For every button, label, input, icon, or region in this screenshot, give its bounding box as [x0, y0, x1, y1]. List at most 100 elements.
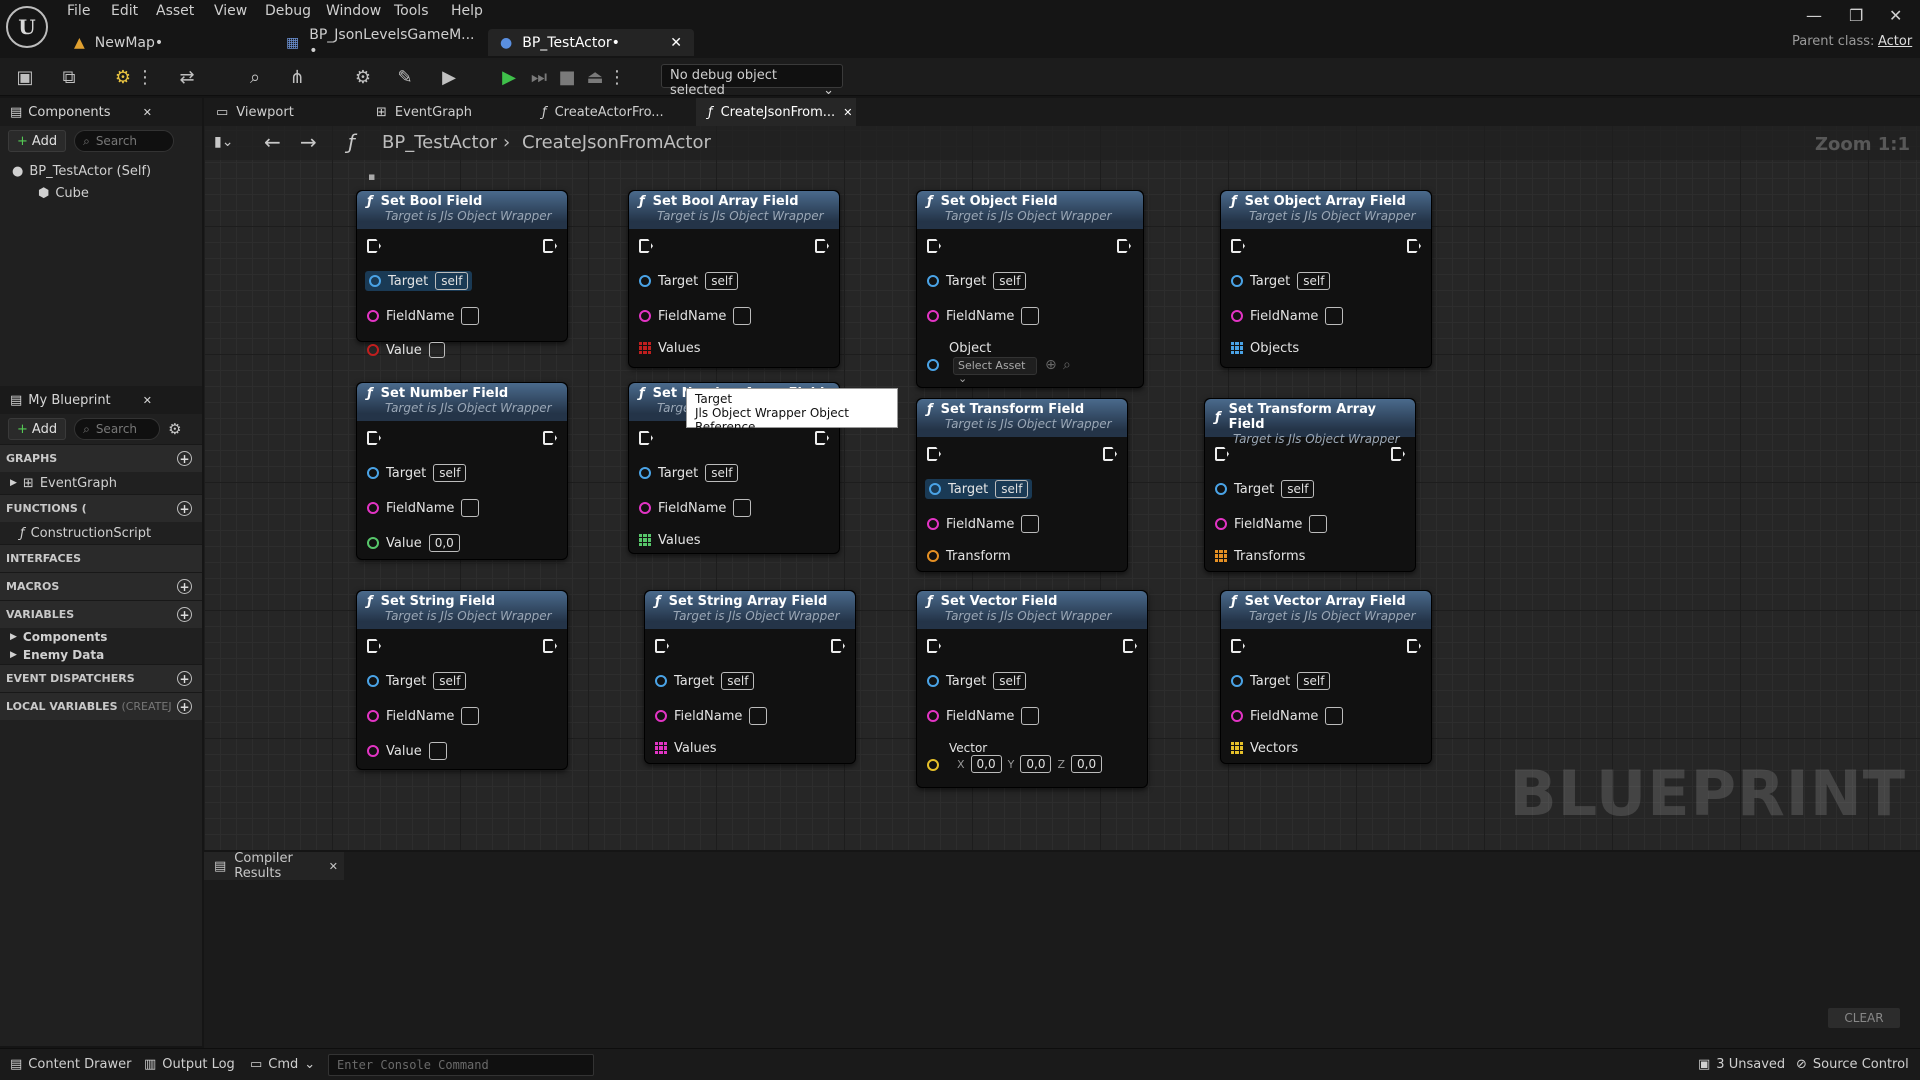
find-icon[interactable]: ⌕ — [244, 66, 266, 88]
doc-tab-newmap[interactable]: ▲ NewMap• — [62, 29, 274, 56]
menu-view[interactable]: View — [214, 3, 247, 19]
target-pin[interactable]: Target self — [1231, 671, 1331, 691]
section-macros[interactable]: MACROS + — [0, 572, 202, 600]
exec-out-pin[interactable] — [1391, 447, 1405, 461]
object-pin[interactable] — [927, 359, 939, 371]
content-drawer-button[interactable]: ▤ Content Drawer — [10, 1057, 131, 1072]
function-item-constructionscript[interactable]: ƒ ConstructionScript — [0, 522, 202, 544]
tab-eventgraph[interactable]: ⊞ EventGraph — [364, 98, 530, 126]
tab-viewport[interactable]: ▭ Viewport — [204, 98, 364, 126]
exec-out-pin[interactable] — [1407, 239, 1421, 253]
fieldname-pin[interactable]: FieldName — [1231, 306, 1344, 326]
component-item-self[interactable]: ● BP_TestActor (Self) — [0, 160, 202, 182]
checkbox[interactable] — [428, 342, 445, 358]
target-pin[interactable]: Target self — [927, 271, 1027, 291]
node-set-number-field[interactable]: ƒ Set Number Field Target is Jls Object Wr… — [356, 382, 568, 560]
output-log-button[interactable]: ▥ Output Log — [144, 1057, 235, 1072]
fieldname-pin[interactable]: FieldName — [367, 706, 480, 726]
exec-in-pin[interactable] — [1231, 239, 1245, 253]
section-local-variables[interactable]: LOCAL VARIABLES (CREATEJS + — [0, 692, 202, 720]
vector-pin[interactable] — [927, 759, 939, 771]
section-event-dispatchers[interactable]: EVENT DISPATCHERS + — [0, 664, 202, 692]
target-pin[interactable]: Target self — [927, 671, 1027, 691]
close-icon[interactable]: ✕ — [670, 35, 682, 51]
unreal-logo-icon[interactable]: U — [6, 6, 48, 48]
fieldname-pin[interactable]: FieldName — [655, 706, 768, 726]
bookmark-icon[interactable]: ▮⌄ — [214, 134, 233, 150]
cmd-dropdown[interactable]: ▭ Cmd ⌄ — [250, 1057, 315, 1072]
values-pin[interactable]: Values — [655, 738, 716, 758]
target-pin[interactable]: Target self — [367, 463, 467, 483]
parent-class-link[interactable]: Actor — [1878, 34, 1912, 49]
console-command-input[interactable]: Enter Console Command — [328, 1054, 594, 1076]
close-icon[interactable]: ✕ — [843, 106, 852, 119]
close-icon[interactable]: ✕ — [329, 860, 338, 873]
menu-edit[interactable]: Edit — [111, 3, 138, 19]
debug-object-select[interactable]: No debug object selected ⌄ — [661, 64, 843, 98]
simulation-icon[interactable]: ▶ — [438, 66, 460, 88]
value-pin[interactable]: Value — [367, 340, 445, 360]
more-vertical-icon[interactable]: ⋮ — [136, 66, 154, 88]
section-graphs[interactable]: GRAPHS + — [0, 444, 202, 472]
exec-out-pin[interactable] — [1123, 639, 1137, 653]
unsaved-button[interactable]: ▣ 3 Unsaved — [1698, 1057, 1785, 1072]
graph-item-eventgraph[interactable]: ▶ ⊞ EventGraph — [0, 472, 202, 494]
exec-in-pin[interactable] — [655, 639, 669, 653]
exec-out-pin[interactable] — [1407, 639, 1421, 653]
menu-tools[interactable]: Tools — [394, 3, 429, 19]
exec-in-pin[interactable] — [1215, 447, 1229, 461]
vectors-pin[interactable]: Vectors — [1231, 738, 1298, 758]
node-set-transform-field[interactable]: ƒ Set Transform Field Target is Jls Object… — [916, 398, 1128, 572]
value-pin[interactable]: Value 0,0 — [367, 533, 460, 553]
class-defaults-icon[interactable]: ✎ — [394, 66, 416, 88]
fieldname-pin[interactable]: FieldName — [1231, 706, 1344, 726]
section-variables[interactable]: VARIABLES + — [0, 600, 202, 628]
add-dispatcher-icon[interactable]: + — [177, 671, 192, 686]
objects-pin[interactable]: Objects — [1231, 338, 1299, 358]
exec-in-pin[interactable] — [367, 431, 381, 445]
node-set-bool-array-field[interactable]: ƒ Set Bool Array Field Target is Jls Objec… — [628, 190, 840, 368]
node-set-transform-array-field[interactable]: ƒ Set Transform Array Field Target is Jls … — [1204, 398, 1416, 572]
forward-arrow-icon[interactable]: → — [300, 130, 317, 154]
fieldname-pin[interactable]: FieldName — [639, 498, 752, 518]
more-vertical-icon[interactable]: ⋮ — [608, 66, 626, 88]
doc-tab-bp-testactor[interactable]: ● BP_TestActor• ✕ — [488, 29, 694, 56]
values-pin[interactable]: Values — [639, 338, 700, 358]
close-icon[interactable]: ✕ — [143, 106, 152, 119]
section-interfaces[interactable]: INTERFACES — [0, 544, 202, 572]
close-window-icon[interactable]: ✕ — [1889, 6, 1902, 25]
exec-in-pin[interactable] — [639, 239, 653, 253]
comment-icon[interactable]: ▪ — [368, 170, 375, 183]
exec-out-pin[interactable] — [1117, 239, 1131, 253]
exec-in-pin[interactable] — [639, 431, 653, 445]
menu-help[interactable]: Help — [451, 3, 483, 19]
play-icon[interactable]: ▶ — [498, 66, 520, 88]
add-macro-icon[interactable]: + — [177, 579, 192, 594]
restore-icon[interactable]: ❐ — [1849, 6, 1863, 25]
fieldname-pin[interactable]: FieldName — [1215, 514, 1328, 534]
compile-icon[interactable]: ⚙ — [112, 66, 134, 88]
browse-asset-icon[interactable]: ⌕ — [1063, 357, 1071, 373]
target-pin[interactable]: Target self — [639, 463, 739, 483]
fieldname-pin[interactable]: FieldName — [367, 498, 480, 518]
transform-pin[interactable]: Transform — [927, 546, 1011, 566]
tab-createactorfrom[interactable]: ƒ CreateActorFro... — [530, 98, 696, 126]
exec-in-pin[interactable] — [927, 447, 941, 461]
transforms-pin[interactable]: Transforms — [1215, 546, 1305, 566]
use-selected-icon[interactable]: ⊕ — [1045, 357, 1057, 373]
exec-in-pin[interactable] — [1231, 639, 1245, 653]
eject-icon[interactable]: ⏏ — [584, 66, 606, 88]
stop-icon[interactable]: ■ — [556, 66, 578, 88]
components-search-input[interactable]: ⌕ Search — [74, 130, 175, 152]
exec-in-pin[interactable] — [927, 639, 941, 653]
target-pin[interactable]: Target self — [1231, 271, 1331, 291]
target-pin[interactable]: Target self — [1215, 479, 1315, 499]
exec-out-pin[interactable] — [543, 239, 557, 253]
add-function-icon[interactable]: + — [177, 501, 192, 516]
target-pin[interactable]: Target self — [925, 479, 1033, 499]
hide-pins-icon[interactable]: ⋔ — [286, 66, 308, 88]
blueprint-graph-canvas[interactable]: ▭ Viewport ⊞ EventGraph ƒ CreateActorFro… — [204, 98, 1920, 850]
components-panel-tab[interactable]: ▤ Components ✕ — [0, 98, 202, 126]
exec-out-pin[interactable] — [543, 431, 557, 445]
node-set-object-field[interactable]: ƒ Set Object Field Target is Jls Object Wr… — [916, 190, 1144, 388]
